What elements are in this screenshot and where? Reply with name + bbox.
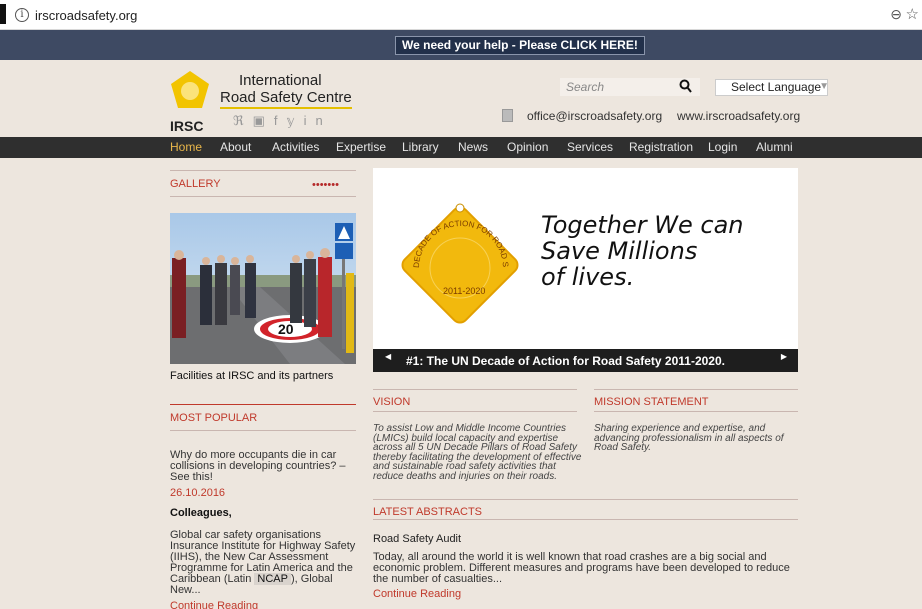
slogan-line2: Save Millions bbox=[541, 237, 698, 265]
mail-icon bbox=[502, 109, 513, 122]
mission-text: Sharing experience and expertise, and ad… bbox=[594, 423, 784, 453]
website-link[interactable]: www.irscroadsafety.org bbox=[677, 109, 800, 123]
nav-login[interactable]: Login bbox=[708, 140, 737, 154]
search-box bbox=[560, 78, 700, 96]
nav-home[interactable]: Home bbox=[170, 140, 202, 154]
url-field[interactable]: irscroadsafety.org bbox=[35, 8, 137, 23]
email-link[interactable]: office@irscroadsafety.org bbox=[527, 109, 662, 123]
gallery-photo[interactable]: 20 bbox=[170, 213, 356, 364]
nav-news[interactable]: News bbox=[458, 140, 488, 154]
ncap-tag: NCAP bbox=[254, 573, 291, 585]
nav-about[interactable]: About bbox=[220, 140, 251, 154]
zoom-icon[interactable]: ⊖ bbox=[890, 6, 902, 23]
nav-expertise[interactable]: Expertise bbox=[336, 140, 386, 154]
nav-opinion[interactable]: Opinion bbox=[507, 140, 548, 154]
road-sign-number: 20 bbox=[278, 321, 294, 337]
popular-article-heading: Colleagues, bbox=[170, 507, 232, 519]
main-nav: Home About Activities Expertise Library … bbox=[0, 137, 922, 158]
logo-title-line2[interactable]: Road Safety Centre bbox=[220, 89, 352, 109]
popular-article-title[interactable]: Why do more occupants die in car collisi… bbox=[170, 450, 360, 483]
slider-prev-icon[interactable]: ◀ bbox=[385, 352, 391, 361]
latest-abstracts-title: LATEST ABSTRACTS bbox=[373, 506, 483, 518]
search-icon[interactable] bbox=[679, 79, 692, 93]
vision-top-rule bbox=[373, 389, 577, 390]
language-select-label: Select Language bbox=[731, 80, 822, 94]
abstracts-top-rule bbox=[373, 499, 798, 500]
gallery-top-rule bbox=[170, 170, 356, 171]
popular-article-excerpt: Global car safety organisations Insuranc… bbox=[170, 530, 360, 596]
search-input[interactable] bbox=[560, 78, 670, 96]
logo-title-line1[interactable]: International bbox=[239, 72, 322, 89]
most-popular-title: MOST POPULAR bbox=[170, 412, 258, 424]
abstract-item-title[interactable]: Road Safety Audit bbox=[373, 533, 461, 545]
popular-article-date: 26.10.2016 bbox=[170, 487, 226, 499]
slogan-line1: Together We can bbox=[541, 211, 744, 239]
gallery-bottom-rule bbox=[170, 196, 356, 197]
vision-title: VISION bbox=[373, 396, 411, 408]
mission-bottom-rule bbox=[594, 411, 798, 412]
nav-alumni[interactable]: Alumni bbox=[756, 140, 793, 154]
gallery-title: GALLERY bbox=[170, 178, 221, 190]
language-select[interactable]: Select Language ▼ bbox=[715, 79, 829, 96]
decade-of-action-badge: DECADE OF ACTION FOR ROAD SAFETY 2011-20… bbox=[395, 200, 519, 324]
popular-continue-link[interactable]: Continue Reading bbox=[170, 600, 258, 609]
mission-top-rule bbox=[594, 389, 798, 390]
abstracts-bottom-rule bbox=[373, 519, 798, 520]
help-button[interactable]: We need your help - Please CLICK HERE! bbox=[395, 36, 645, 55]
vision-text: To assist Low and Middle Income Countrie… bbox=[373, 423, 582, 482]
abstract-item-excerpt: Today, all around the world it is well k… bbox=[373, 551, 790, 585]
mission-title: MISSION STATEMENT bbox=[594, 396, 709, 408]
back-button[interactable] bbox=[0, 4, 6, 24]
slider-next-icon[interactable]: ▶ bbox=[781, 352, 787, 361]
nav-library[interactable]: Library bbox=[402, 140, 439, 154]
slider-slogan: Together We can Save Millions of lives. bbox=[541, 212, 744, 290]
slogan-line3: of lives. bbox=[541, 263, 635, 291]
browser-address-bar: i irscroadsafety.org ⊖ ☆ bbox=[0, 0, 922, 30]
slider-caption[interactable]: #1: The UN Decade of Action for Road Saf… bbox=[406, 354, 725, 368]
popular-top-rule bbox=[170, 404, 356, 405]
hero-slider[interactable]: DECADE OF ACTION FOR ROAD SAFETY 2011-20… bbox=[373, 168, 798, 372]
social-icons[interactable]: ℜ▣f𝕪in bbox=[233, 113, 332, 129]
popular-bottom-rule bbox=[170, 430, 356, 431]
vision-bottom-rule bbox=[373, 411, 577, 412]
irsc-logo-icon[interactable] bbox=[170, 70, 210, 110]
logo-abbreviation: IRSC bbox=[170, 118, 204, 134]
abstract-continue-link[interactable]: Continue Reading bbox=[373, 588, 461, 600]
slider-caption-bar: ◀ #1: The UN Decade of Action for Road S… bbox=[373, 349, 798, 372]
nav-registration[interactable]: Registration bbox=[629, 140, 693, 154]
help-banner: We need your help - Please CLICK HERE! bbox=[0, 30, 922, 60]
nav-services[interactable]: Services bbox=[567, 140, 613, 154]
nav-activities[interactable]: Activities bbox=[272, 140, 319, 154]
chevron-down-icon: ▼ bbox=[819, 81, 829, 92]
badge-years: 2011-2020 bbox=[443, 286, 485, 296]
bookmark-star-icon[interactable]: ☆ bbox=[906, 5, 919, 23]
site-info-icon[interactable]: i bbox=[15, 8, 29, 22]
gallery-caption[interactable]: Facilities at IRSC and its partners bbox=[170, 370, 333, 382]
gallery-pager-dots[interactable]: ••••••• bbox=[312, 179, 339, 191]
